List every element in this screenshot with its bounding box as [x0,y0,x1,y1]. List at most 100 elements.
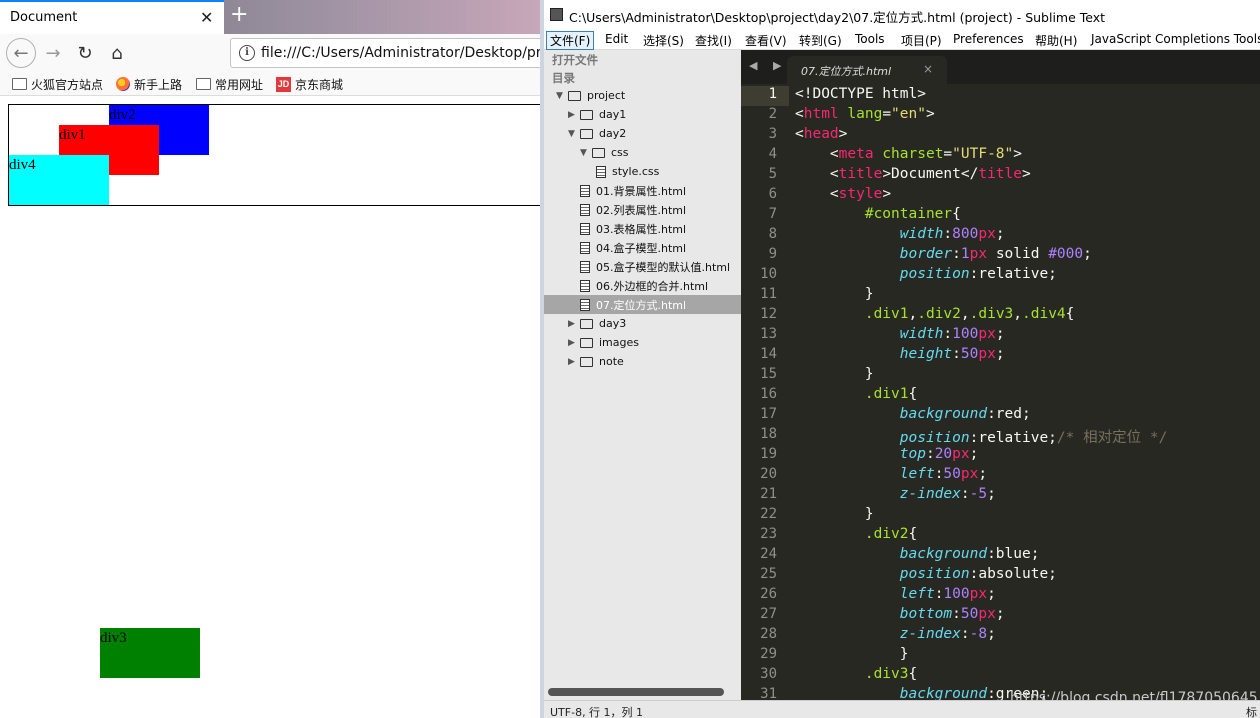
menu-select[interactable]: 选择(S) [640,32,687,49]
tab-nav-arrows-icon[interactable]: ◀ ▶ [749,59,787,72]
tree-item-05-html[interactable]: 05.盒子模型的默认值.html [544,257,741,276]
tree-item-06-html[interactable]: 06.外边框的合并.html [544,276,741,295]
code-line[interactable]: left:50px; [795,466,987,482]
status-right-text: 标 [1246,706,1257,718]
code-line[interactable]: border:1px solid #000; [795,246,1092,262]
menu-view[interactable]: 查看(V) [742,32,790,49]
scrollbar-thumb[interactable] [548,688,724,696]
code-line[interactable]: z-index:-5; [795,486,996,502]
expand-down-icon[interactable]: ▼ [580,148,592,158]
tree-item-images[interactable]: ▶ images [544,333,741,352]
window-title: C:\Users\Administrator\Desktop\project\d… [569,10,1106,25]
tree-item-day1[interactable]: ▶ day1 [544,105,741,124]
folder-icon [12,78,27,90]
firefox-icon [116,77,130,91]
menu-project[interactable]: 项目(P) [898,32,945,49]
line-number: 26 [760,586,777,602]
code-line[interactable]: height:50px; [795,346,1005,362]
bookmark-getting-started[interactable]: 新手上路 [116,76,182,92]
line-number: 16 [760,386,777,402]
menu-edit[interactable]: Edit [602,32,631,46]
bookmark-firefox-site[interactable]: 火狐官方站点 [12,76,103,92]
code-line[interactable]: #container{ [795,206,961,222]
code-line[interactable]: .div1,.div2,.div3,.div4{ [795,306,1075,322]
info-icon[interactable]: i [239,45,255,61]
line-number: 23 [760,526,777,542]
code-line[interactable]: left:100px; [795,586,996,602]
code-line[interactable]: .div3{ [795,666,917,682]
expand-down-icon[interactable]: ▼ [556,91,568,101]
line-number: 13 [760,326,777,342]
back-arrow-icon[interactable]: ← [6,38,36,68]
code-line[interactable]: } [795,646,909,662]
code-line[interactable]: background:red; [795,406,1031,422]
menu-find[interactable]: 查找(I) [692,32,735,49]
menu-goto[interactable]: 转到(G) [796,32,845,49]
code-line[interactable]: position:relative; [795,266,1057,282]
expand-right-icon[interactable]: ▶ [568,338,580,348]
tree-item-style-css[interactable]: style.css [544,162,741,181]
close-tab-icon[interactable]: ✕ [200,8,213,27]
code-line[interactable]: .div1{ [795,386,917,402]
code-line[interactable]: top:20px; [795,446,979,462]
sidebar-scrollbar[interactable] [544,684,741,700]
code-line[interactable]: width:800px; [795,226,1005,242]
folder-icon [580,356,593,367]
tree-item-03-html[interactable]: 03.表格属性.html [544,219,741,238]
tree-item-04-html[interactable]: 04.盒子模型.html [544,238,741,257]
file-icon [580,260,590,273]
home-icon[interactable]: ⌂ [104,40,130,66]
bookmark-jd[interactable]: JD 京东商城 [276,76,343,92]
code-line[interactable]: bottom:50px; [795,606,1005,622]
tree-item-day3[interactable]: ▶ day3 [544,314,741,333]
tab-title: Document [10,10,78,25]
code-line[interactable]: <style> [795,186,891,202]
tree-item-02-html[interactable]: 02.列表属性.html [544,200,741,219]
forward-arrow-icon[interactable]: → [40,40,66,66]
tree-item-label: 07.定位方式.html [596,298,687,312]
editor-tab-07[interactable]: 07.定位方式.html × [787,56,947,84]
code-line[interactable]: position:absolute; [795,566,1057,582]
code-editor[interactable]: 1 <!DOCTYPE html> 2 <html lang="en"> 3 <head>… [741,84,1260,700]
new-tab-icon[interactable]: + [230,2,248,27]
menu-help[interactable]: 帮助(H) [1032,32,1080,49]
url-text[interactable]: file:///C:/Users/Administrator/Desktop/p… [261,45,540,61]
menu-tools[interactable]: Tools [852,32,888,46]
file-icon [580,298,590,311]
code-line[interactable]: position:relative;/* 相对定位 */ [795,426,1168,447]
expand-right-icon[interactable]: ▶ [568,110,580,120]
code-line[interactable]: } [795,286,874,302]
bookmark-common-sites[interactable]: 常用网址 [196,76,263,92]
tree-item-label: 03.表格属性.html [596,222,687,236]
tree-item-note[interactable]: ▶ note [544,352,741,371]
code-line[interactable]: background:blue; [795,546,1040,562]
code-line[interactable]: <html lang="en"> [795,106,935,122]
code-line[interactable]: <head> [795,126,847,142]
tree-item-css[interactable]: ▼ css [544,143,741,162]
url-bar[interactable]: i file:///C:/Users/Administrator/Desktop… [230,38,540,68]
code-line[interactable]: } [795,506,874,522]
browser-tab-document[interactable]: Document ✕ [0,0,224,34]
code-line[interactable]: <!DOCTYPE html> [795,86,926,102]
close-icon[interactable]: × [923,62,933,76]
menu-file[interactable]: 文件(F) [546,31,595,50]
file-icon [580,203,590,216]
code-line[interactable]: width:100px; [795,326,1005,342]
tree-item-label: project [587,89,626,102]
menu-preferences[interactable]: Preferences [950,32,1027,46]
expand-down-icon[interactable]: ▼ [568,129,580,139]
tree-item-day2[interactable]: ▼ day2 [544,124,741,143]
code-line[interactable]: z-index:-8; [795,626,996,642]
expand-right-icon[interactable]: ▶ [568,357,580,367]
tree-item-01-html[interactable]: 01.背景属性.html [544,181,741,200]
tree-item-label: style.css [612,165,660,178]
tree-item-project[interactable]: ▼ project [544,86,741,105]
code-line[interactable]: .div2{ [795,526,917,542]
reload-icon[interactable]: ↻ [72,40,98,66]
code-line[interactable]: <title>Document</title> [795,166,1031,182]
expand-right-icon[interactable]: ▶ [568,319,580,329]
code-line[interactable]: <meta charset="UTF-8"> [795,146,1022,162]
tree-item-07-html[interactable]: 07.定位方式.html [544,295,741,314]
code-line[interactable]: } [795,366,874,382]
menu-js-completions[interactable]: JavaScript Completions Tools [1088,32,1260,46]
